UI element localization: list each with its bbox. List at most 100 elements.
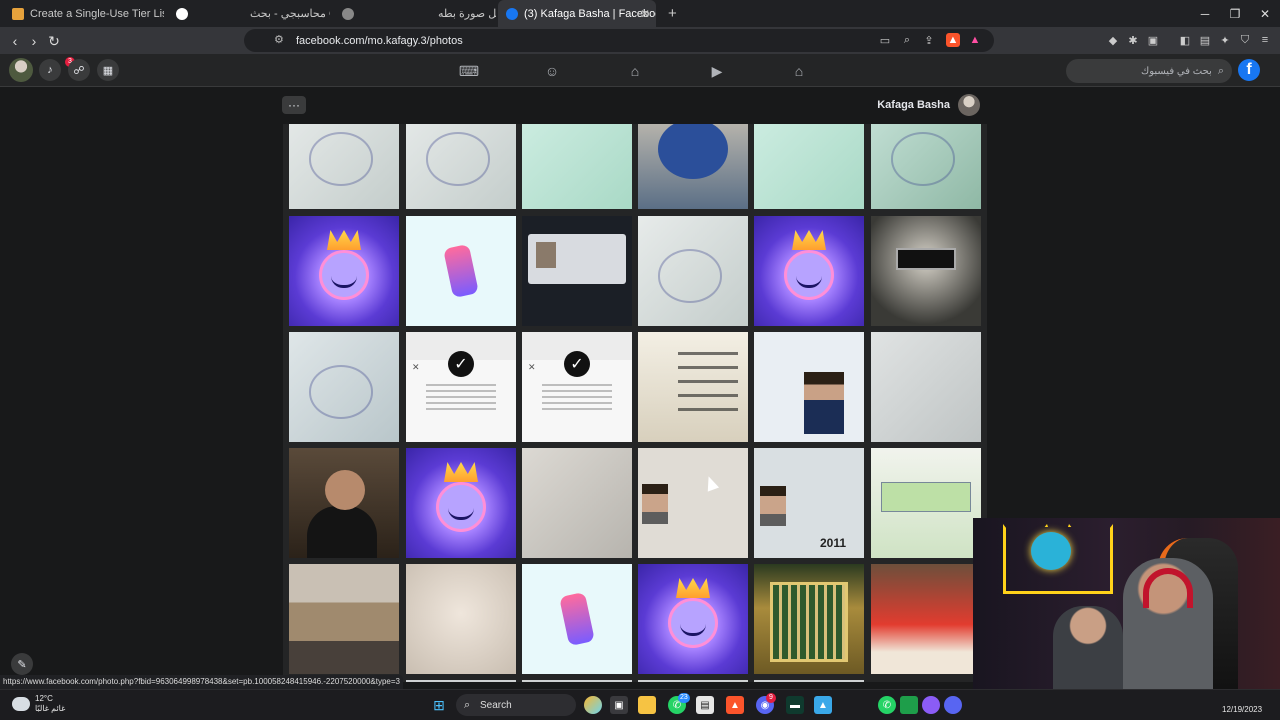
tab-tier-list[interactable]: Create a Single-Use Tier List (Private xyxy=(4,0,164,27)
photo-tile[interactable] xyxy=(871,216,981,326)
new-message-button[interactable]: ✎ xyxy=(11,653,33,675)
tray-discord-icon[interactable] xyxy=(944,696,962,714)
photo-tile[interactable] xyxy=(522,124,632,209)
photo-tile[interactable] xyxy=(871,124,981,209)
extensions-icon[interactable]: ✱ xyxy=(1126,33,1140,47)
photo-tile[interactable] xyxy=(406,216,516,326)
photo-tile[interactable] xyxy=(289,216,399,326)
zoom-icon[interactable]: ⌕ xyxy=(900,33,914,47)
brave-rewards-icon[interactable]: ▲ xyxy=(968,33,982,47)
share-icon[interactable]: ⇪ xyxy=(922,33,936,47)
tab-wallet-icon[interactable]: ▤ xyxy=(1198,33,1212,47)
reader-mode-icon[interactable]: ▭ xyxy=(878,33,892,47)
notepad-icon[interactable]: ▤ xyxy=(696,696,714,714)
photo-tile[interactable] xyxy=(522,564,632,674)
taskbar-search[interactable]: ⌕ Search xyxy=(456,694,576,716)
photo-tile[interactable] xyxy=(522,680,632,682)
photo-tile[interactable] xyxy=(638,332,748,442)
tab-google-search[interactable]: محاسبجي - بحث Google xyxy=(168,0,330,27)
wallet-icon[interactable]: ▣ xyxy=(1146,33,1160,47)
browser-toolbar: ‹ › ↻ ⚑ ⚙ facebook.com/mo.kafagy.3/photo… xyxy=(0,27,1280,54)
photo-tile[interactable] xyxy=(406,680,516,682)
photo-tile[interactable] xyxy=(638,564,748,674)
whatsapp-badge: 23 xyxy=(678,693,690,703)
photo-tile[interactable]: ✕ ✓ xyxy=(406,332,516,442)
file-explorer-icon[interactable] xyxy=(638,696,656,714)
photo-tile[interactable] xyxy=(289,124,399,209)
windows-taskbar: 12°C غائم غالبًا ⊞ ⌕ Search ▣ ✆ 23 ▤ ▲ ◉… xyxy=(0,689,1280,720)
facebook-search-input[interactable]: بحث في فيسبوك ⌕ xyxy=(1066,59,1232,83)
more-options-button[interactable]: ··· xyxy=(282,96,306,114)
home-icon[interactable]: ⌂ xyxy=(790,62,808,80)
photo-tile[interactable] xyxy=(638,448,748,558)
photos-icon[interactable]: ▲ xyxy=(814,696,832,714)
back-icon[interactable]: ‹ xyxy=(5,31,25,51)
guest-person xyxy=(1053,606,1123,694)
photo-tile[interactable] xyxy=(522,216,632,326)
brave-icon[interactable]: ▲ xyxy=(726,696,744,714)
photo-tile[interactable] xyxy=(638,216,748,326)
extension-diamond-icon[interactable]: ◆ xyxy=(1106,33,1120,47)
facebook-header: ♪ 3 ☍ ▦ ⌨ ☺ ⌂ ▶ ⌂ بحث في فيسبوك ⌕ xyxy=(0,54,1280,87)
minimize-button[interactable]: ─ xyxy=(1190,0,1220,27)
photo-grid: ✕ ✓ ✕ ✓ 2011 xyxy=(283,124,987,682)
groups-icon[interactable]: ☺ xyxy=(543,62,561,80)
tray-app-icon[interactable] xyxy=(922,696,940,714)
search-icon: ⌕ xyxy=(464,698,471,711)
photo-tile[interactable] xyxy=(289,332,399,442)
brave-shields-icon[interactable]: ▲ xyxy=(946,33,960,47)
photo-tile[interactable] xyxy=(754,680,864,682)
gaming-icon[interactable]: ⌨ xyxy=(459,62,479,80)
close-window-button[interactable]: ✕ xyxy=(1250,0,1280,27)
new-tab-button[interactable]: + xyxy=(660,0,680,27)
taskbar-date[interactable]: 12/19/2023 xyxy=(1222,705,1262,714)
photo-tile[interactable] xyxy=(406,564,516,674)
profile-avatar[interactable] xyxy=(958,94,980,116)
photo-tile[interactable] xyxy=(522,448,632,558)
leo-ai-icon[interactable]: ✦ xyxy=(1218,33,1232,47)
sidebar-icon[interactable]: ◧ xyxy=(1178,33,1192,47)
reload-icon[interactable]: ↻ xyxy=(44,31,64,51)
facebook-logo-icon[interactable]: f xyxy=(1238,59,1260,81)
maximize-button[interactable]: ❐ xyxy=(1220,0,1250,27)
photo-tile[interactable]: 2011 xyxy=(754,448,864,558)
photo-tile[interactable] xyxy=(289,564,399,674)
tray-whatsapp-icon[interactable]: ✆ xyxy=(878,696,896,714)
photo-tile[interactable] xyxy=(638,124,748,209)
widgets-icon[interactable] xyxy=(584,696,602,714)
tray-nvidia-icon[interactable] xyxy=(900,696,918,714)
photo-tile[interactable] xyxy=(871,448,981,558)
photo-tile[interactable] xyxy=(406,124,516,209)
messenger-icon[interactable]: ☍ xyxy=(68,59,90,81)
task-view-icon[interactable]: ▣ xyxy=(610,696,628,714)
photo-tile[interactable] xyxy=(289,448,399,558)
vpn-icon[interactable]: ⛉ xyxy=(1238,33,1252,47)
photo-tile[interactable] xyxy=(754,216,864,326)
account-avatar[interactable] xyxy=(9,58,33,82)
photo-tile[interactable]: ✕ ✓ xyxy=(522,332,632,442)
windows-start-icon[interactable]: ⊞ xyxy=(430,696,448,714)
photo-tile[interactable] xyxy=(638,680,748,682)
openai-icon xyxy=(342,7,354,20)
facebook-favicon-icon xyxy=(506,7,518,20)
photo-tile[interactable] xyxy=(754,564,864,674)
profile-name[interactable]: Kafaga Basha xyxy=(850,99,950,111)
forward-icon[interactable]: › xyxy=(24,31,44,51)
tab-facebook[interactable]: (3) Kafaga Basha | Facebook ✕ xyxy=(498,0,656,27)
menu-grid-icon[interactable]: ▦ xyxy=(97,59,119,81)
weather-widget[interactable]: 12°C غائم غالبًا xyxy=(12,694,65,714)
tab-duck-edit[interactable]: تعديل صورة بطه xyxy=(334,0,496,27)
site-info-icon[interactable]: ⚙ xyxy=(274,33,284,46)
photo-tile[interactable] xyxy=(406,448,516,558)
notifications-bell-icon[interactable]: ♪ xyxy=(39,59,61,81)
discord-badge: 9 xyxy=(766,693,776,703)
marketplace-icon[interactable]: ⌂ xyxy=(626,62,644,80)
video-icon[interactable]: ▶ xyxy=(708,62,726,80)
menu-icon[interactable]: ≡ xyxy=(1258,33,1272,47)
photo-tile[interactable] xyxy=(871,564,981,674)
terminal-icon[interactable]: ▬ xyxy=(786,696,804,714)
photo-tile[interactable] xyxy=(754,332,864,442)
close-tab-icon[interactable]: ✕ xyxy=(640,7,650,21)
photo-tile[interactable] xyxy=(754,124,864,209)
photo-tile[interactable] xyxy=(871,332,981,442)
